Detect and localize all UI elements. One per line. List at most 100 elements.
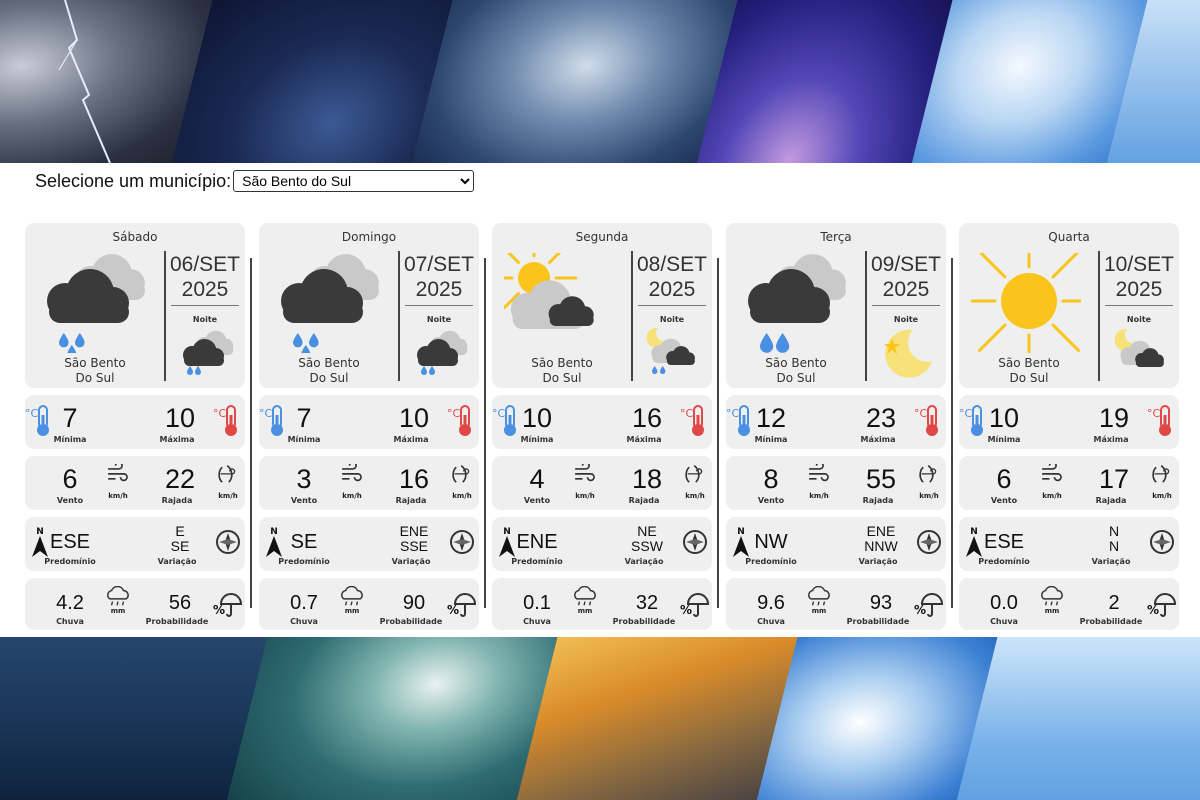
- day-name: Sábado: [112, 230, 158, 244]
- column-separator: [250, 258, 252, 608]
- municipality-select[interactable]: São Bento do Sul: [233, 170, 475, 192]
- max-temp: 23: [865, 403, 897, 433]
- wind-speed: 6: [996, 464, 1012, 494]
- temperature-row: 7 °C 10 °C Mínima Máxima: [259, 395, 479, 449]
- day-name: Terça: [820, 230, 852, 244]
- svg-text:°C: °C: [726, 407, 740, 420]
- svg-text:°C: °C: [914, 407, 928, 420]
- wind-speed: 6: [62, 464, 78, 494]
- svg-text:°C: °C: [1147, 407, 1161, 420]
- predominance-label: Predomínio: [44, 557, 96, 566]
- day-column-4: Quarta São Bento Do Sul 10/SET 2025 Noit…: [959, 223, 1179, 630]
- min-label: Mínima: [520, 435, 554, 444]
- heavy-rain-cloud-icon: [748, 254, 846, 353]
- svg-text:°C: °C: [25, 407, 39, 420]
- rain-row: 0.7 mm 90 % Chuva Probabilidade: [259, 578, 479, 630]
- rain-cloud-icon: [281, 254, 379, 353]
- svg-text:°C: °C: [213, 407, 227, 420]
- wind-speed: 4: [529, 464, 545, 494]
- variation-direction: ENE NNW: [864, 523, 898, 554]
- wind-label: Vento: [56, 496, 84, 505]
- rain-amount: 0.1: [523, 592, 551, 614]
- selector-label: Selecione um município:: [35, 170, 232, 191]
- svg-text:°C: °C: [447, 407, 461, 420]
- rain-row: 0.0 mm 2 % Chuva Probabilidade: [959, 578, 1179, 630]
- gust-label: Rajada: [161, 496, 193, 505]
- night-label: Noite: [893, 315, 919, 324]
- night-rain-cloud-icon: [183, 330, 234, 375]
- predominance-label: Predomínio: [511, 557, 563, 566]
- rain-probability: 32: [635, 592, 659, 614]
- gust-label: Rajada: [862, 496, 894, 505]
- day-column-2: Segunda São Bento Do Sul 08/SET 2025 Noi…: [492, 223, 712, 630]
- wind-row: 6 km/h 17 km/h Vento Rajada: [959, 456, 1179, 510]
- column-separator: [951, 258, 953, 608]
- divider: [164, 251, 166, 381]
- day-header-card: Quarta São Bento Do Sul 10/SET 2025 Noit…: [959, 223, 1179, 388]
- probability-label: Probabilidade: [846, 617, 910, 626]
- night-moon-star-icon: [884, 329, 932, 378]
- gust-unit: km/h: [919, 492, 939, 500]
- max-label: Máxima: [159, 435, 195, 444]
- svg-text:%: %: [914, 603, 926, 617]
- variation-label: Variação: [157, 557, 197, 566]
- svg-text:°C: °C: [959, 407, 973, 420]
- day-name: Quarta: [1048, 230, 1090, 244]
- rain-label: Chuva: [990, 617, 1018, 626]
- divider: [171, 305, 239, 306]
- variation-label: Variação: [391, 557, 431, 566]
- rain-unit: mm: [577, 607, 593, 615]
- night-label: Noite: [192, 315, 218, 324]
- wind-row: 3 km/h 16 km/h Vento Rajada: [259, 456, 479, 510]
- divider: [405, 305, 473, 306]
- svg-text:°C: °C: [259, 407, 273, 420]
- day-header-card: Domingo São Bento Do Sul 07/SET 2025 Noi…: [259, 223, 479, 388]
- divider: [638, 305, 706, 306]
- gust-speed: 18: [631, 464, 663, 494]
- direction-row: ESE N N N Predomínio Variação: [959, 517, 1179, 571]
- rain-unit: mm: [344, 607, 360, 615]
- night-label: Noite: [659, 315, 685, 324]
- variation-label: Variação: [858, 557, 898, 566]
- gust-unit: km/h: [452, 492, 472, 500]
- temperature-row: 10 °C 19 °C Mínima Máxima: [959, 395, 1179, 449]
- forecast-date: 10/SET 2025: [1103, 253, 1175, 301]
- gust-speed: 22: [164, 464, 196, 494]
- gust-unit: km/h: [218, 492, 238, 500]
- city-name: São Bento Do Sul: [765, 356, 827, 385]
- probability-label: Probabilidade: [612, 617, 676, 626]
- day-header-card: Terça São Bento Do Sul 09/SET 2025 Noite: [726, 223, 946, 388]
- min-label: Mínima: [53, 435, 87, 444]
- svg-text:N: N: [970, 527, 978, 537]
- night-moon-cloud-icon: [1114, 328, 1164, 367]
- variation-direction: N N: [1108, 523, 1120, 554]
- predominance-label: Predomínio: [278, 557, 330, 566]
- partly-cloudy-icon: [504, 253, 594, 329]
- day-column-3: Terça São Bento Do Sul 09/SET 2025 Noite: [726, 223, 946, 630]
- gust-label: Rajada: [1095, 496, 1127, 505]
- rain-unit: mm: [811, 607, 827, 615]
- rain-row: 4.2 mm 56 % Chuva Probabilidade: [25, 578, 245, 630]
- variation-direction: ENE SSE: [399, 523, 429, 554]
- gust-speed: 16: [398, 464, 430, 494]
- sun-icon: [971, 253, 1081, 353]
- rain-label: Chuva: [290, 617, 318, 626]
- wind-unit: km/h: [108, 492, 128, 500]
- rain-probability: 56: [168, 592, 192, 614]
- probability-label: Probabilidade: [145, 617, 209, 626]
- rain-amount: 4.2: [56, 592, 84, 614]
- rain-row: 0.1 mm 32 % Chuva Probabilidade: [492, 578, 712, 630]
- direction-row: ESE N E SE Predomínio Variação: [25, 517, 245, 571]
- temperature-row: 10 °C 16 °C Mínima Máxima: [492, 395, 712, 449]
- municipality-selector: Selecione um município: São Bento do Sul: [35, 170, 475, 192]
- wave-image: [222, 637, 570, 800]
- rain-label: Chuva: [523, 617, 551, 626]
- probability-label: Probabilidade: [1079, 617, 1143, 626]
- night-moon-rain-cloud-icon: [646, 327, 695, 375]
- wind-label: Vento: [757, 496, 785, 505]
- rain-probability: 90: [402, 592, 426, 614]
- wind-label: Vento: [990, 496, 1018, 505]
- night-rain-cloud-icon: [417, 330, 468, 375]
- svg-text:N: N: [270, 527, 278, 537]
- max-temp: 19: [1098, 403, 1130, 433]
